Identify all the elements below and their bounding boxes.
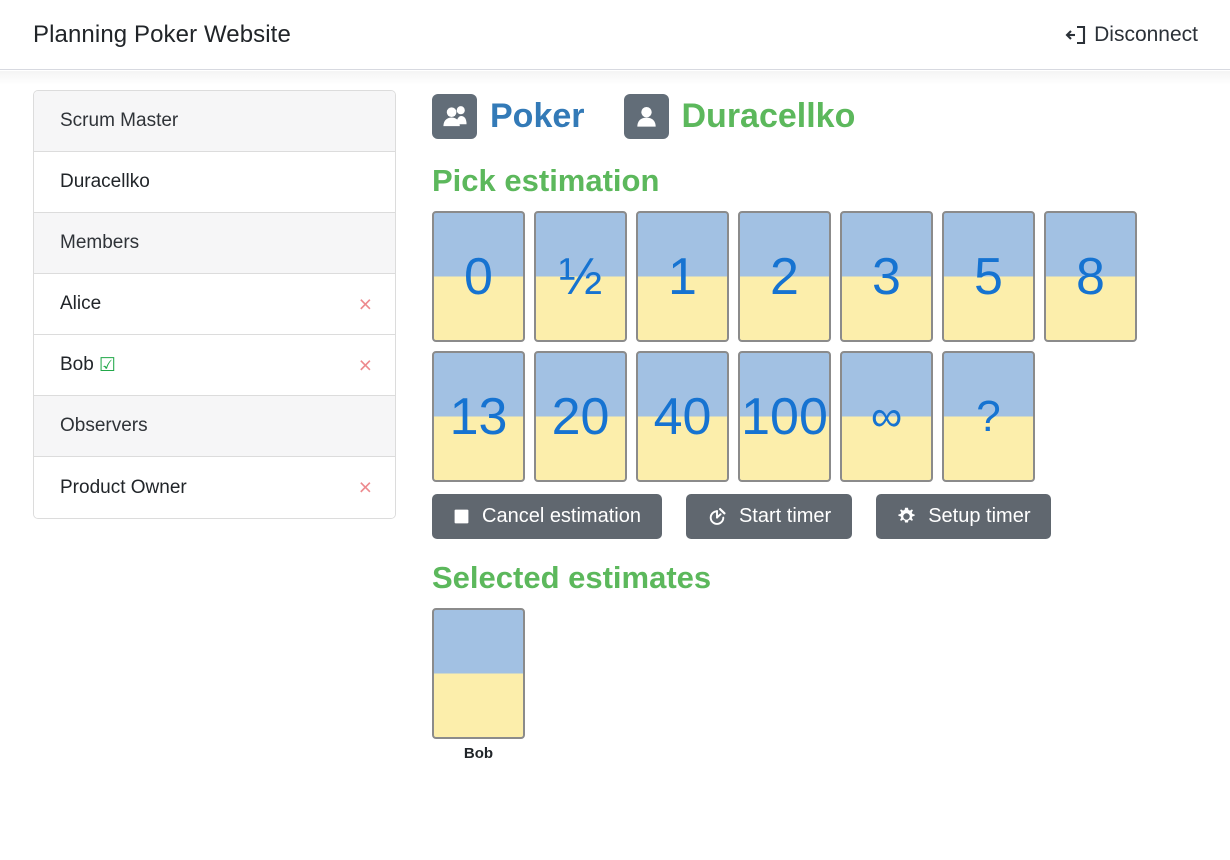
card-row: 0 ½ 1 2 3 5 8 <box>432 211 1202 343</box>
member-label: Scrum Master <box>60 110 179 131</box>
user-name: Duracellko <box>681 97 856 135</box>
estimation-card-value: ∞ <box>870 391 903 441</box>
estimation-card[interactable]: 5 <box>942 211 1035 343</box>
start-timer-button[interactable]: Start timer <box>685 494 853 540</box>
stopwatch-icon <box>707 507 727 527</box>
setup-timer-label: Setup timer <box>928 505 1031 528</box>
card-row: 13 20 40 100 ∞? <box>432 351 1202 483</box>
cancel-estimation-button[interactable]: Cancel estimation <box>432 494 662 540</box>
member-label: Bob <box>60 354 94 375</box>
member-label: Product Owner <box>60 476 187 498</box>
estimation-card[interactable]: ? <box>942 351 1035 483</box>
voted-check-icon: ☑ <box>98 354 116 376</box>
start-timer-label: Start timer <box>738 505 832 528</box>
remove-member-icon[interactable]: × <box>357 353 374 377</box>
estimation-card[interactable]: 3 <box>840 211 933 343</box>
team-name: Poker <box>490 97 585 135</box>
members-sidebar: Scrum Master Duracellko Members Alice × Bob ☑ ×… <box>33 90 396 519</box>
estimation-card[interactable]: 20 <box>534 351 627 483</box>
estimation-card-value: 2 <box>770 247 799 306</box>
estimation-card-value: 1 <box>668 247 697 306</box>
estimation-card-value: 3 <box>872 247 901 306</box>
selected-estimate-card <box>432 608 525 740</box>
estimation-card-value: 5 <box>974 247 1003 306</box>
gear-icon <box>897 507 916 526</box>
member-label: Observers <box>60 415 148 436</box>
selected-estimates-heading: Selected estimates <box>432 560 712 596</box>
session-title-row: Poker Duracellko <box>432 90 1202 142</box>
member-name: Alice <box>60 293 101 315</box>
member-name: Bob ☑ <box>60 354 116 376</box>
estimation-card[interactable]: 2 <box>738 211 831 343</box>
member-label: Duracellko <box>60 171 150 192</box>
remove-member-icon[interactable]: × <box>357 292 374 316</box>
remove-member-icon[interactable]: × <box>357 476 374 499</box>
stop-square-icon <box>453 508 470 525</box>
setup-timer-button[interactable]: Setup timer <box>876 494 1052 540</box>
estimation-card[interactable]: 100 <box>738 351 831 483</box>
disconnect-button[interactable]: Disconnect <box>1065 23 1198 47</box>
member-row[interactable]: Duracellko <box>34 152 395 213</box>
estimation-card-value: 8 <box>1076 247 1105 306</box>
user-icon <box>623 93 669 139</box>
members-section-header: Scrum Master <box>34 91 395 152</box>
member-name: Product Owner <box>60 477 187 499</box>
member-label: Members <box>60 232 140 253</box>
estimation-card[interactable]: ∞ <box>840 351 933 483</box>
header-shadow <box>0 71 1230 85</box>
cancel-estimation-label: Cancel estimation <box>482 505 641 528</box>
disconnect-label: Disconnect <box>1094 22 1198 46</box>
estimation-card-value: 20 <box>551 387 610 446</box>
member-row[interactable]: Alice × <box>34 274 395 335</box>
estimation-card[interactable]: ½ <box>534 211 627 343</box>
selected-estimate-item: Bob <box>432 608 525 762</box>
main-panel: Poker Duracellko Pick estimation 0 ½ 1 2 3 5 8… <box>432 90 1202 762</box>
member-name: Members <box>60 232 139 254</box>
estimation-card[interactable]: 8 <box>1044 211 1137 343</box>
sign-out-icon <box>1065 24 1087 46</box>
member-name: Observers <box>60 415 148 437</box>
member-row[interactable]: Bob ☑ × <box>34 335 395 396</box>
action-button-row: Cancel estimation Start timer Setup time… <box>432 494 1202 540</box>
estimation-card-value: 100 <box>741 387 828 446</box>
selected-estimate-name: Bob <box>463 745 494 763</box>
member-label: Alice <box>60 293 102 314</box>
estimation-card[interactable]: 40 <box>636 351 729 483</box>
estimation-card[interactable]: 0 <box>432 211 525 343</box>
estimation-card-value: 13 <box>449 387 508 446</box>
estimation-card[interactable]: 13 <box>432 351 525 483</box>
estimation-card-grid: 0 ½ 1 2 3 5 8 13 20 40 100 ∞? <box>432 211 1202 483</box>
member-row[interactable]: Product Owner × <box>34 457 395 518</box>
app-header: Planning Poker Website Disconnect <box>0 0 1230 70</box>
estimation-card[interactable]: 1 <box>636 211 729 343</box>
estimation-card-value: ? <box>976 391 1001 441</box>
member-name: Duracellko <box>60 171 150 193</box>
estimation-card-value: 0 <box>464 247 493 306</box>
pick-estimation-heading: Pick estimation <box>432 163 660 198</box>
estimation-card-value: ½ <box>558 247 603 306</box>
members-section-header: Observers <box>34 396 395 457</box>
users-group-icon <box>432 93 477 139</box>
estimation-card-value: 40 <box>653 387 712 446</box>
members-section-header: Members <box>34 213 395 274</box>
page-title: Planning Poker Website <box>33 20 291 48</box>
member-name: Scrum Master <box>60 110 178 132</box>
selected-estimates-list: Bob <box>432 608 1202 762</box>
